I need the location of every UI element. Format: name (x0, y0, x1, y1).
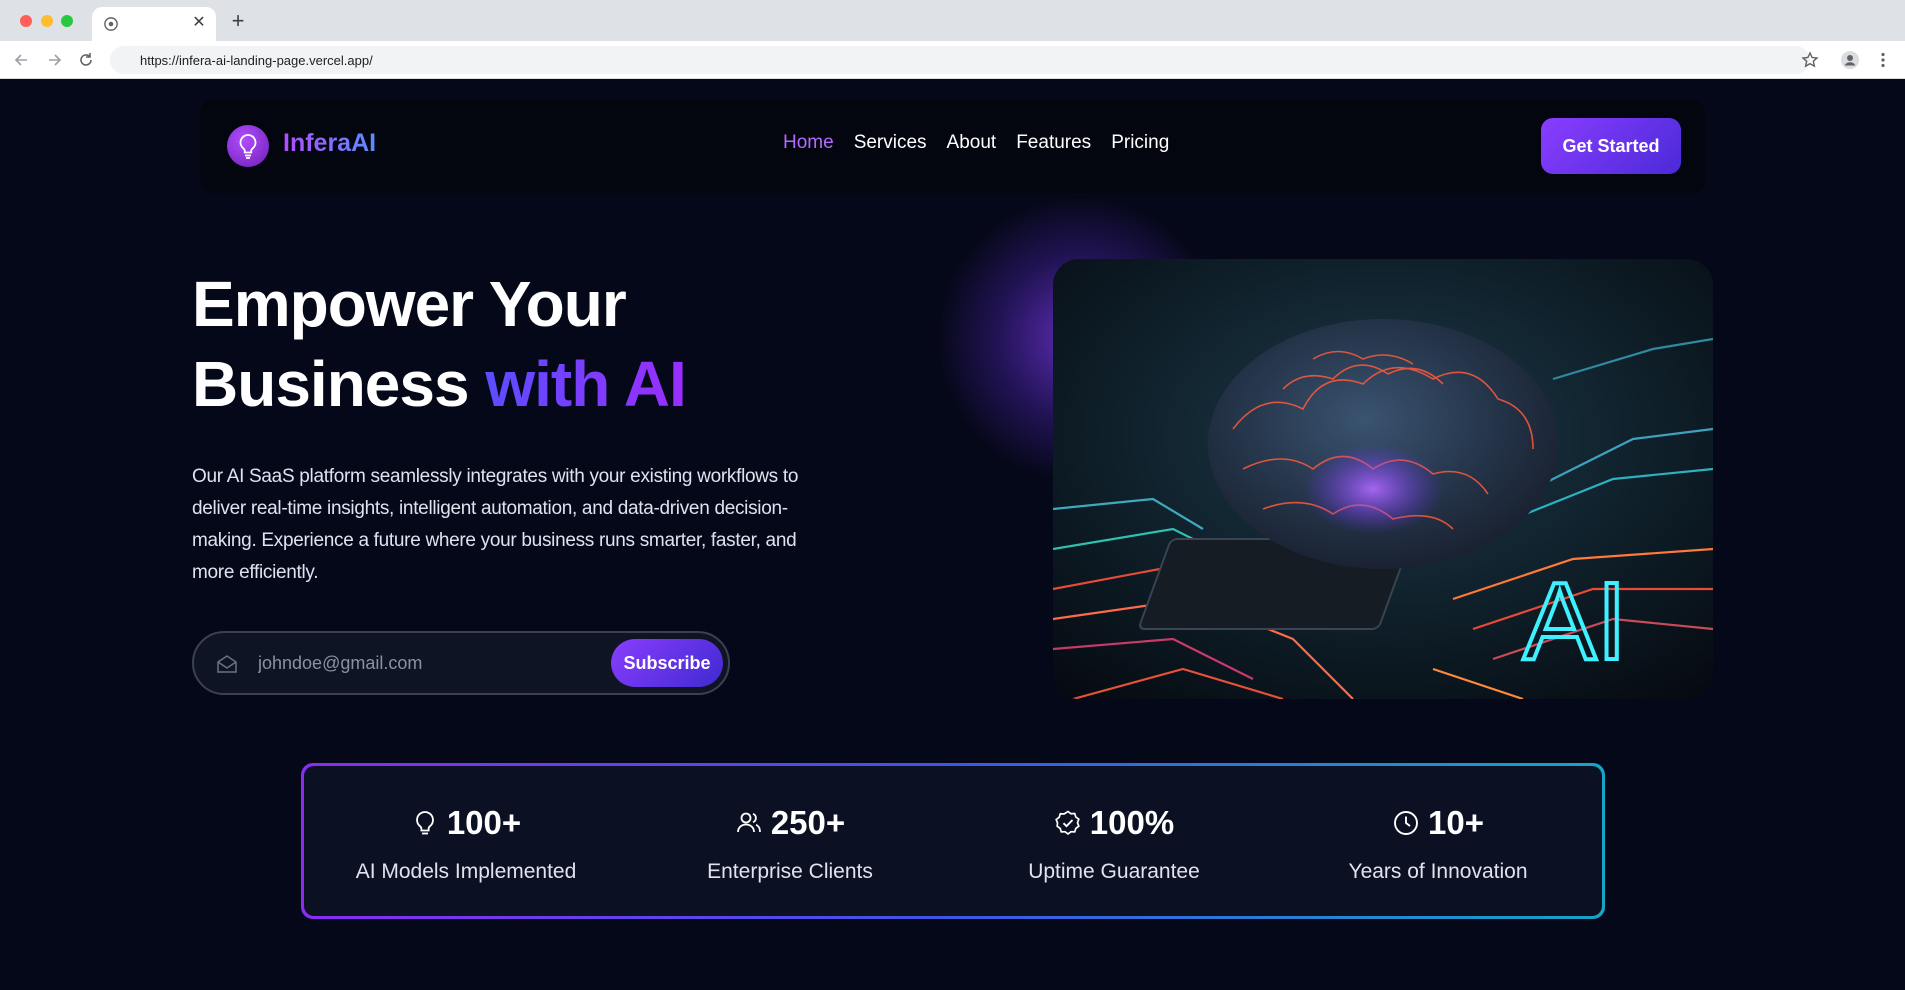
hero-title-line1: Empower Your (192, 268, 627, 340)
landing-page: InferaAI Home Services About Features Pr… (0, 79, 1905, 990)
browser-tab[interactable]: ✕ (92, 7, 216, 41)
badge-check-icon (1054, 810, 1080, 835)
window-minimize-button[interactable] (41, 15, 53, 27)
lightbulb-icon (415, 811, 434, 835)
url-text: https://infera-ai-landing-page.vercel.ap… (140, 53, 373, 68)
browser-toolbar: https://infera-ai-landing-page.vercel.ap… (0, 41, 1905, 79)
subscribe-button[interactable]: Subscribe (611, 639, 723, 687)
stat-value: 100+ (446, 804, 522, 841)
stat-label: Uptime Guarantee (1028, 860, 1200, 883)
hero-title-plain: Business (192, 348, 470, 420)
hero-title-accent: with AI (485, 348, 686, 420)
forward-arrow-icon[interactable] (44, 50, 64, 70)
browser-tab-bar: ✕ + (0, 0, 1905, 41)
address-bar[interactable]: https://infera-ai-landing-page.vercel.ap… (110, 46, 1810, 74)
stat-years: 10+ Years of Innovation (1276, 766, 1600, 916)
nav-link-features[interactable]: Features (1016, 132, 1091, 154)
browser-menu-icon[interactable] (1873, 50, 1893, 70)
brand-name[interactable]: InferaAI (283, 129, 376, 158)
stats-inner: 100+ AI Models Implemented 250+ Enterpri… (304, 766, 1602, 916)
reload-icon[interactable] (76, 50, 96, 70)
ai-image-text: AI (1523, 560, 1627, 683)
hero-description: Our AI SaaS platform seamlessly integrat… (192, 466, 799, 583)
bookmark-star-icon[interactable] (1800, 50, 1820, 70)
stat-uptime: 100% Uptime Guarantee (952, 766, 1276, 916)
back-arrow-icon[interactable] (12, 50, 32, 70)
tab-close-button[interactable]: ✕ (190, 14, 208, 32)
nav-link-services[interactable]: Services (854, 132, 927, 154)
users-icon (736, 812, 761, 833)
window-maximize-button[interactable] (61, 15, 73, 27)
stat-label: Years of Innovation (1348, 860, 1528, 883)
profile-avatar-icon[interactable] (1840, 50, 1860, 70)
nav-link-home[interactable]: Home (783, 132, 834, 154)
nav-link-about[interactable]: About (947, 132, 997, 154)
window-close-button[interactable] (20, 15, 32, 27)
hero-title: Empower Your Business with AI (192, 264, 687, 424)
site-navbar: InferaAI Home Services About Features Pr… (200, 99, 1705, 193)
hero-title-line2: Business with AI (192, 344, 687, 424)
ai-brain-illustration: AI (1053, 259, 1713, 699)
stat-enterprise-clients: 250+ Enterprise Clients (628, 766, 952, 916)
stat-label: Enterprise Clients (707, 860, 873, 883)
nav-link-pricing[interactable]: Pricing (1111, 132, 1169, 154)
get-started-button[interactable]: Get Started (1541, 118, 1681, 174)
nav-links: Home Services About Features Pricing (783, 132, 1169, 154)
clock-icon (1394, 811, 1418, 835)
stat-value: 250+ (770, 804, 846, 841)
subscribe-form: Subscribe (192, 631, 730, 695)
stats-banner: 100+ AI Models Implemented 250+ Enterpri… (301, 763, 1605, 919)
stat-value: 100% (1089, 804, 1175, 841)
lightbulb-icon (239, 134, 257, 159)
logo-badge[interactable] (227, 125, 269, 167)
chrome-icon (104, 17, 118, 31)
stat-ai-models: 100+ AI Models Implemented (304, 766, 628, 916)
stat-value: 10+ (1428, 804, 1484, 841)
stat-label: AI Models Implemented (355, 860, 577, 883)
mail-icon (217, 655, 237, 673)
new-tab-button[interactable]: + (228, 10, 248, 32)
email-input[interactable] (258, 647, 598, 679)
hero-ai-brain-image: AI (1053, 259, 1713, 699)
